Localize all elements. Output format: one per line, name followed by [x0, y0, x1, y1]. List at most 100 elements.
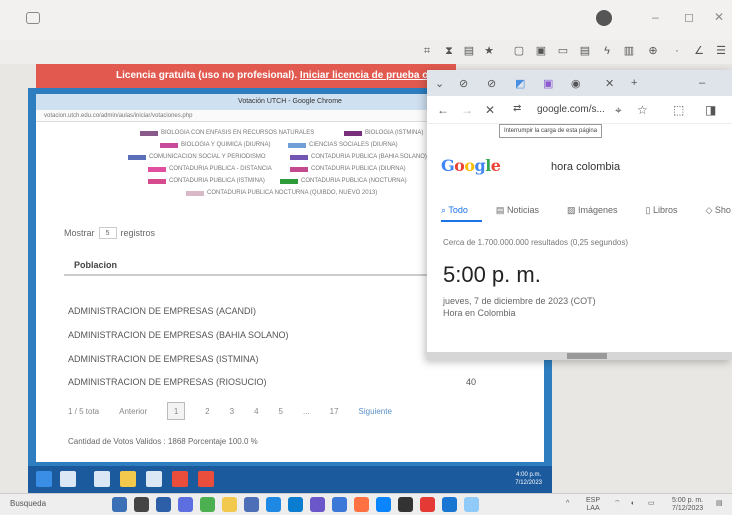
vm-taskview-icon[interactable] [94, 471, 110, 487]
tab-shopping[interactable]: ◇ Sho [705, 205, 732, 222]
app-icon[interactable] [310, 497, 325, 512]
search-tabs: ⌕ Todo ▤ Noticias ▨ Imágenes ▯ Libros ◇ … [441, 205, 732, 222]
taskbar-clock[interactable]: 5:00 p. m. 7/12/2023 [672, 497, 703, 513]
chrome-icon[interactable] [200, 497, 215, 512]
pen-icon[interactable]: ∠ [692, 44, 706, 58]
outlook-icon[interactable] [376, 497, 391, 512]
pager-page-4[interactable]: 4 [254, 407, 258, 416]
pager-next[interactable]: Siguiente [359, 407, 392, 416]
tray-chevron-icon[interactable]: ^ [566, 500, 569, 508]
app-icon[interactable] [464, 497, 479, 512]
keyboard-icon[interactable]: ▥ [622, 44, 636, 58]
dot-icon[interactable]: · [670, 44, 684, 58]
address-bar[interactable]: google.com/s... [537, 104, 605, 115]
tab-todo[interactable]: ⌕ Todo [441, 205, 482, 222]
tab-noticias[interactable]: ▤ Noticias [496, 205, 553, 222]
file-icon[interactable]: ▢ [512, 44, 526, 58]
legend-item[interactable]: CONTADURIA PUBLICA NOCTURNA (QUIBDO, NUE… [186, 190, 377, 196]
app-icon[interactable] [442, 497, 457, 512]
minimize-icon[interactable]: – [699, 77, 705, 89]
vm-start-icon[interactable] [36, 471, 52, 487]
volume-icon[interactable]: ◖ [630, 500, 634, 508]
legend-item[interactable]: CONTADURIA PUBLICA (DIURNA) [290, 166, 406, 172]
file-explorer-icon[interactable] [222, 497, 237, 512]
tab-favicon-icon[interactable]: ◩ [515, 77, 525, 90]
window-icon[interactable]: ▭ [556, 44, 570, 58]
horizontal-scrollbar[interactable] [427, 352, 732, 360]
pager-page-2[interactable]: 2 [205, 407, 209, 416]
extensions-icon[interactable]: ⬚ [673, 103, 684, 117]
legend-item[interactable]: COMUNICACION SOCIAL Y PERIODISMO [128, 154, 266, 160]
vm-anydesk-icon[interactable] [198, 471, 214, 487]
google-logo[interactable]: Google [441, 156, 501, 175]
vm-app-icon[interactable] [146, 471, 162, 487]
legend-item[interactable]: CIENCIAS SOCIALES (DIURNA) [288, 142, 398, 148]
vm-chrome-icon[interactable] [172, 471, 188, 487]
back-icon[interactable]: ← [437, 103, 449, 117]
maximize-icon[interactable]: ◻ [684, 10, 694, 24]
scrollbar-thumb[interactable] [567, 353, 607, 359]
records-per-page-select[interactable]: 5 [98, 227, 117, 239]
tab-libros[interactable]: ▯ Libros [646, 205, 692, 222]
taskbar-search[interactable]: Busqueda [10, 499, 46, 508]
screenshot-icon[interactable]: ⌗ [420, 44, 434, 58]
menu-icon[interactable]: ☰ [714, 44, 728, 58]
chat-bubble-icon[interactable]: ▣ [534, 44, 548, 58]
tab-favicon-icon[interactable]: ⊘ [459, 77, 468, 90]
profile-icon[interactable] [596, 10, 612, 26]
pager-page-5[interactable]: 5 [279, 407, 283, 416]
tab-imagenes[interactable]: ▨ Imágenes [567, 205, 632, 222]
language-indicator[interactable]: ESP LAA [586, 497, 600, 513]
store-icon[interactable] [266, 497, 281, 512]
tab-favicon-icon[interactable]: ▣ [543, 77, 553, 90]
bookmark-star-icon[interactable]: ☆ [637, 103, 648, 117]
search-query[interactable]: hora colombia [551, 161, 620, 173]
clipboard-icon[interactable]: ▤ [462, 44, 476, 58]
wifi-icon[interactable]: ⌔ [614, 500, 621, 508]
location-icon[interactable]: ⌖ [615, 103, 622, 118]
minimize-icon[interactable]: – [652, 10, 659, 24]
license-link[interactable]: Iniciar licencia de prueba o c [300, 70, 437, 81]
legend-item[interactable]: BIOLOGIA CON ENFASIS EN RECURSOS NATURAL… [140, 130, 314, 136]
word-icon[interactable] [332, 497, 347, 512]
terminal-icon[interactable] [398, 497, 413, 512]
stop-icon[interactable]: ✕ [485, 103, 495, 117]
tab-list-icon[interactable]: ⌄ [435, 77, 444, 90]
legend-item[interactable]: CONTADURIA PUBLICA (BAHIA SOLANO) [290, 154, 427, 160]
site-info-icon[interactable]: ⇄ [513, 103, 521, 114]
mail-icon[interactable] [244, 497, 259, 512]
hourglass-icon[interactable]: ⧗ [442, 44, 456, 58]
tab-favicon-icon[interactable]: ⊘ [487, 77, 496, 90]
side-panel-icon[interactable]: ◨ [705, 103, 716, 117]
vm-folder-icon[interactable] [120, 471, 136, 487]
star-icon[interactable]: ★ [482, 44, 496, 58]
legend-item[interactable]: CONTADURIA PUBLICA - DISTANCIA [148, 166, 272, 172]
close-tab-icon[interactable]: ✕ [605, 77, 614, 90]
pager-page-1[interactable]: 1 [167, 402, 186, 420]
bolt-icon[interactable]: ϟ [600, 44, 614, 58]
teams-icon[interactable] [178, 497, 193, 512]
close-icon[interactable]: ✕ [714, 10, 724, 24]
new-tab-icon[interactable]: + [631, 77, 637, 89]
widget-icon[interactable] [112, 497, 127, 512]
chat-icon[interactable] [26, 12, 40, 24]
pager-page-17[interactable]: 17 [330, 407, 339, 416]
edge-icon[interactable] [288, 497, 303, 512]
legend-item[interactable]: CONTADURIA PUBLICA (NOCTURNA) [280, 178, 407, 184]
forward-icon[interactable]: → [461, 103, 473, 117]
battery-icon[interactable]: ▭ [648, 500, 655, 508]
globe-icon[interactable]: ⊕ [646, 44, 660, 58]
pager-page-3[interactable]: 3 [230, 407, 234, 416]
firefox-icon[interactable] [354, 497, 369, 512]
anydesk-icon[interactable] [420, 497, 435, 512]
app-icon[interactable] [156, 497, 171, 512]
legend-item[interactable]: CONTADURIA PUBLICA (ISTMINA) [148, 178, 265, 184]
legend-item[interactable]: BIOLOGIA (ISTMINA) [344, 130, 423, 136]
vm-search-icon[interactable] [60, 471, 76, 487]
notification-icon[interactable]: ▤ [716, 500, 723, 508]
tab-favicon-icon[interactable]: ◉ [571, 77, 581, 90]
legend-item[interactable]: BIOLOGIA Y QUIMICA (DIURNA) [160, 142, 270, 148]
taskview-icon[interactable] [134, 497, 149, 512]
pager-prev[interactable]: Anterior [119, 407, 147, 416]
message-icon[interactable]: ▤ [578, 44, 592, 58]
